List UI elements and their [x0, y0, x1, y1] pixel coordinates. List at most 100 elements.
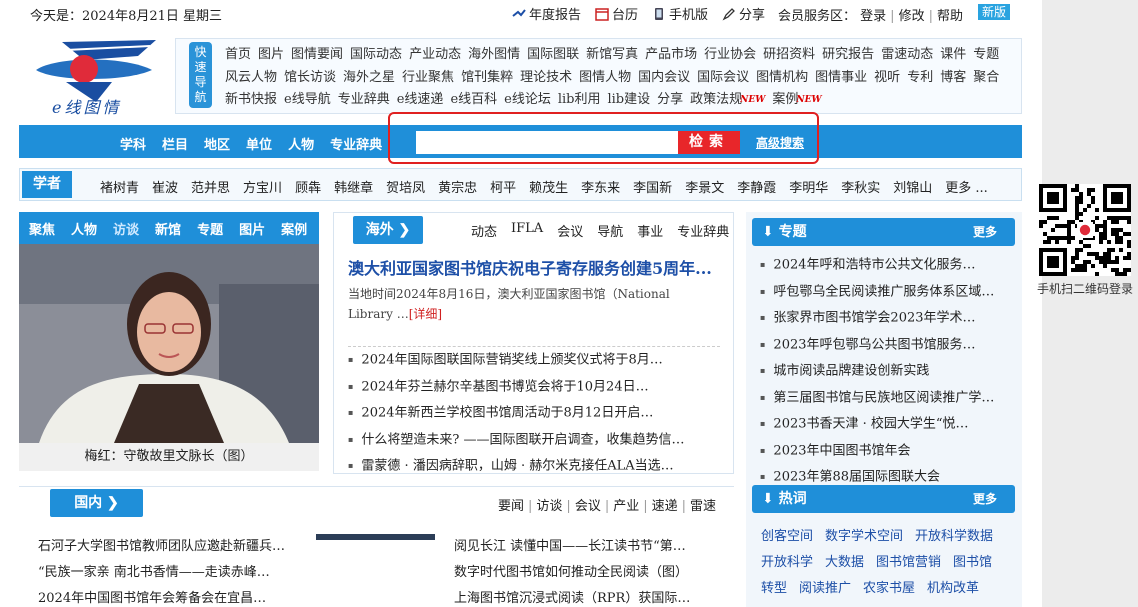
- topic-item[interactable]: 2023年中国图书馆年会: [760, 438, 1016, 465]
- quick-nav-link[interactable]: 研究报告: [822, 47, 874, 62]
- quick-nav-link[interactable]: 课件: [940, 47, 966, 62]
- overseas-subtab[interactable]: IFLA: [511, 221, 543, 240]
- scholar-link[interactable]: 黄宗忠: [438, 177, 477, 196]
- domestic-subtab[interactable]: 要闻: [498, 499, 524, 514]
- scholar-link[interactable]: 范并思: [191, 177, 230, 196]
- focus-tab[interactable]: 案例: [281, 219, 307, 238]
- quick-nav-link[interactable]: 新书快报: [225, 92, 277, 107]
- scholar-link[interactable]: 韩继章: [334, 177, 373, 196]
- hotword-link[interactable]: 转型: [761, 581, 787, 596]
- news-item[interactable]: 石河子大学图书馆教师团队应邀赴新疆兵…: [38, 534, 306, 560]
- scholar-more-link[interactable]: 更多 ...: [945, 177, 988, 196]
- hotwords-more-link[interactable]: 更多: [973, 485, 997, 513]
- domestic-tab[interactable]: 国内 ❯: [50, 489, 143, 517]
- quick-nav-link[interactable]: 海外图情: [468, 47, 520, 62]
- modify-link[interactable]: 修改: [899, 9, 925, 24]
- quick-nav-link[interactable]: 国内会议: [638, 70, 690, 85]
- help-link[interactable]: 帮助: [937, 9, 963, 24]
- domestic-subtab[interactable]: 会议: [575, 499, 601, 514]
- topic-item[interactable]: 2024年呼和浩特市公共文化服务…: [760, 252, 1016, 279]
- focus-tab[interactable]: 新馆: [155, 219, 181, 238]
- category-dictionary[interactable]: 专业辞典: [330, 134, 382, 153]
- quick-nav-link[interactable]: 雷速动态: [881, 47, 933, 62]
- qr-code-icon[interactable]: [1039, 184, 1131, 276]
- overseas-subtab[interactable]: 动态: [471, 221, 497, 240]
- quick-nav-link[interactable]: 聚合: [973, 70, 999, 85]
- quick-nav-link[interactable]: 政策法规NEW: [690, 92, 765, 107]
- quick-nav-link[interactable]: 图情人物: [579, 70, 631, 85]
- quick-nav-link[interactable]: 首页: [225, 47, 251, 62]
- quick-nav-link[interactable]: 研招资料: [763, 47, 815, 62]
- quick-nav-link[interactable]: 馆长访谈: [284, 70, 336, 85]
- focus-tab[interactable]: 聚焦: [29, 219, 55, 238]
- quick-nav-link[interactable]: 国际会议: [697, 70, 749, 85]
- domestic-subtab[interactable]: 访谈: [536, 499, 562, 514]
- category-person[interactable]: 人物: [288, 134, 314, 153]
- focus-caption[interactable]: 梅红：守敬故里文脉长（图）: [19, 443, 319, 471]
- new-version-button[interactable]: 新版: [978, 4, 1011, 20]
- overseas-subtab[interactable]: 导航: [597, 221, 623, 240]
- topic-item[interactable]: 张家界市图书馆学会2023年学术…: [760, 305, 1016, 332]
- news-item[interactable]: “民族一家亲 南北书香情——走读赤峰…: [38, 560, 306, 586]
- news-item[interactable]: 2024年国际图联国际营销奖线上颁奖仪式将于8月…: [348, 347, 720, 374]
- quick-nav-link[interactable]: 专利: [907, 70, 933, 85]
- overseas-subtab[interactable]: 会议: [557, 221, 583, 240]
- hotword-link[interactable]: 农家书屋: [863, 581, 915, 596]
- hotword-link[interactable]: 阅读推广: [799, 581, 851, 596]
- scholar-link[interactable]: 李静霞: [737, 177, 776, 196]
- hotword-link[interactable]: 开放科学数据: [915, 529, 993, 544]
- category-column[interactable]: 栏目: [162, 134, 188, 153]
- scholar-link[interactable]: 方宝川: [243, 177, 282, 196]
- quick-nav-link[interactable]: 馆刊集粹: [461, 70, 513, 85]
- interview-photo[interactable]: [19, 244, 319, 443]
- quick-nav-link[interactable]: 产品市场: [645, 47, 697, 62]
- news-item[interactable]: 上海图书馆沉浸式阅读（RPR）获国际…: [454, 586, 716, 607]
- quick-nav-link[interactable]: 博客: [940, 70, 966, 85]
- hotword-link[interactable]: 大数据: [825, 555, 864, 570]
- news-item[interactable]: 2024年新西兰学校图书馆周活动于8月12日开启…: [348, 400, 720, 427]
- hotword-link[interactable]: 创客空间: [761, 529, 813, 544]
- focus-tab[interactable]: 图片: [239, 219, 265, 238]
- quick-nav-link[interactable]: 专业辞典: [338, 92, 390, 107]
- quick-nav-link[interactable]: 国际动态: [350, 47, 402, 62]
- scholar-link[interactable]: 李东来: [581, 177, 620, 196]
- focus-tab[interactable]: 访谈: [113, 219, 139, 238]
- domestic-subtab[interactable]: 雷速: [690, 499, 716, 514]
- quick-nav-link[interactable]: 海外之星: [343, 70, 395, 85]
- news-item[interactable]: 什么将塑造未来? ——国际图联开启调查，收集趋势信…: [348, 427, 720, 454]
- scholar-link[interactable]: 赖茂生: [529, 177, 568, 196]
- topics-more-link[interactable]: 更多: [973, 218, 997, 246]
- scholar-link[interactable]: 柯平: [490, 177, 516, 196]
- quick-nav-link[interactable]: e线论坛: [504, 92, 551, 107]
- news-item[interactable]: 2024年中国图书馆年会筹备会在宜昌…: [38, 586, 306, 607]
- quick-nav-link[interactable]: 图情机构: [756, 70, 808, 85]
- quick-nav-link[interactable]: e线速递: [397, 92, 444, 107]
- quick-nav-link[interactable]: 理论技术: [520, 70, 572, 85]
- quick-nav-link[interactable]: 专题: [973, 47, 999, 62]
- scholar-link[interactable]: 李景文: [685, 177, 724, 196]
- domestic-subtab[interactable]: 产业: [613, 499, 639, 514]
- topic-item[interactable]: 呼包鄂乌全民阅读推广服务体系区域…: [760, 279, 1016, 306]
- detail-link[interactable]: [详细]: [409, 307, 442, 321]
- domestic-thumbnail[interactable]: [316, 534, 435, 540]
- quick-nav-link[interactable]: 分享: [657, 92, 683, 107]
- overseas-subtab[interactable]: 专业辞典: [677, 221, 729, 240]
- news-item[interactable]: 数字时代图书馆如何推动全民阅读（图）: [454, 560, 716, 586]
- login-link[interactable]: 登录: [860, 9, 886, 24]
- share-link[interactable]: 分享: [722, 4, 765, 23]
- scholar-link[interactable]: 褚树青: [100, 177, 139, 196]
- quick-nav-link[interactable]: 新馆写真: [586, 47, 638, 62]
- hotword-link[interactable]: 机构改革: [927, 581, 979, 596]
- quick-nav-link[interactable]: 产业动态: [409, 47, 461, 62]
- scholar-link[interactable]: 贺培凤: [386, 177, 425, 196]
- calendar-link[interactable]: 台历: [595, 4, 638, 23]
- category-region[interactable]: 地区: [204, 134, 230, 153]
- mobile-link[interactable]: 手机版: [652, 4, 708, 23]
- overseas-headline[interactable]: 澳大利亚国家图书馆庆祝电子寄存服务创建5周年...: [348, 255, 718, 279]
- news-item[interactable]: 2024年芬兰赫尔辛基图书博览会将于10月24日…: [348, 374, 720, 401]
- hotword-link[interactable]: 数字学术空间: [825, 529, 903, 544]
- topic-item[interactable]: 2023书香天津 · 校园大学生“悦…: [760, 411, 1016, 438]
- scholar-link[interactable]: 崔波: [152, 177, 178, 196]
- annual-report-link[interactable]: 年度报告: [512, 4, 581, 23]
- topic-item[interactable]: 2023年呼包鄂乌公共图书馆服务…: [760, 332, 1016, 359]
